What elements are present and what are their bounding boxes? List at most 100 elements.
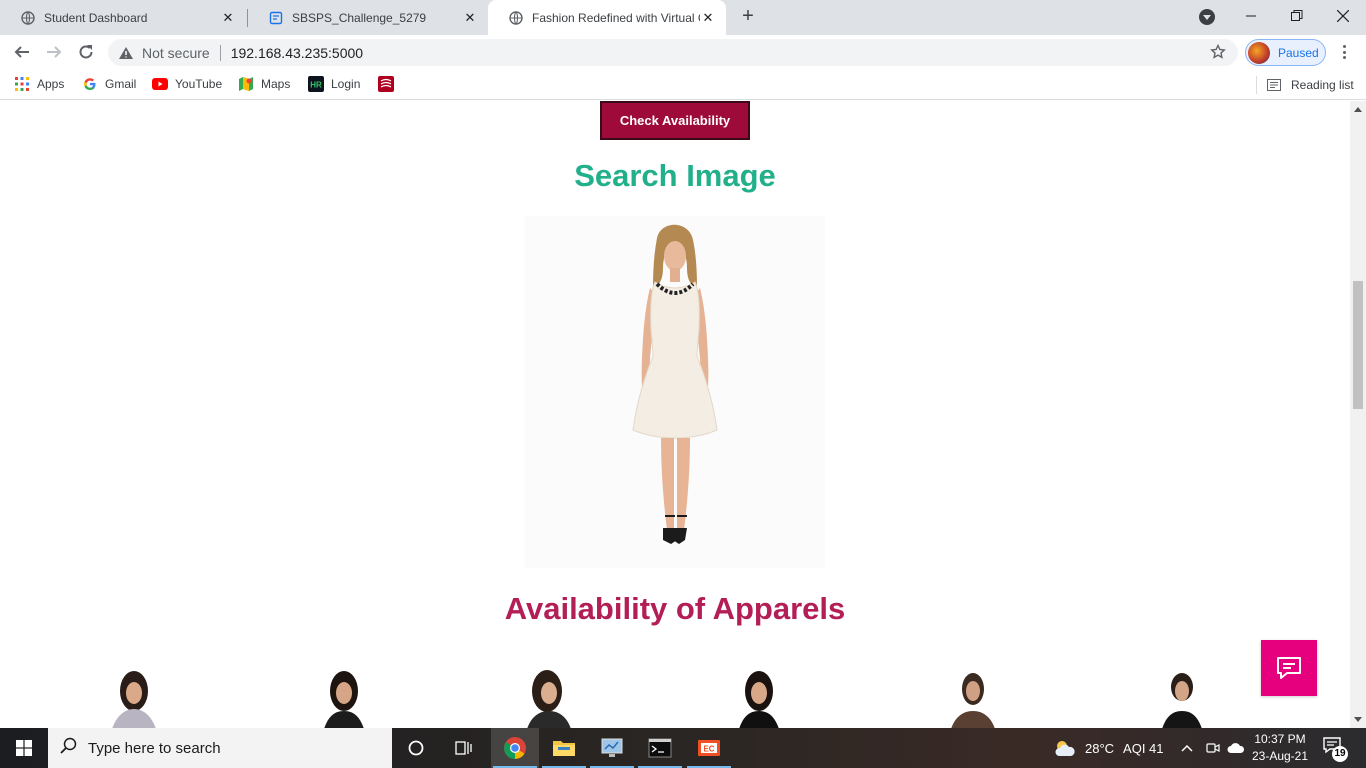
apparel-thumbnail[interactable]	[719, 669, 799, 728]
youtube-icon	[152, 76, 168, 92]
apparel-thumbnails	[0, 669, 1350, 728]
weather-aqi: AQI 41	[1123, 740, 1164, 756]
apparel-thumbnail[interactable]	[933, 669, 1013, 728]
red-book-icon	[378, 76, 394, 92]
back-button[interactable]	[10, 40, 34, 64]
doc-icon	[268, 10, 284, 26]
terminal-taskbar-button[interactable]	[636, 728, 684, 768]
google-icon	[82, 76, 98, 92]
taskbar-search-input[interactable]: Type here to search	[48, 728, 392, 768]
search-icon	[60, 737, 78, 759]
profile-button[interactable]: Paused	[1245, 39, 1326, 66]
weather-temp: 28°C	[1085, 740, 1115, 756]
show-hidden-icons-button[interactable]	[1181, 728, 1193, 768]
minimize-button[interactable]	[1228, 0, 1274, 32]
tab-student-dashboard[interactable]: Student Dashboard ✕	[0, 0, 246, 35]
warning-icon	[119, 46, 133, 59]
bookmark-label: YouTube	[175, 77, 223, 91]
apparel-thumbnail[interactable]	[1142, 669, 1222, 728]
bookmark-red-book[interactable]	[378, 76, 401, 92]
security-label[interactable]: Not secure	[142, 45, 210, 61]
bookmark-login[interactable]: HR Login	[308, 76, 360, 92]
cortana-button[interactable]	[392, 728, 440, 768]
cortana-icon	[408, 740, 424, 756]
chrome-icon	[504, 737, 526, 759]
page-viewport: Check Availability Search Image Availabi…	[0, 101, 1350, 728]
new-tab-button[interactable]: +	[738, 6, 758, 27]
windows-icon	[16, 740, 32, 756]
app-taskbar-button[interactable]: EC	[685, 728, 733, 768]
bookmark-star-icon[interactable]	[1210, 43, 1226, 65]
folder-icon	[553, 741, 575, 756]
chrome-taskbar-button[interactable]	[491, 728, 539, 768]
apparel-thumbnail[interactable]	[509, 669, 589, 728]
tab-strip: Student Dashboard ✕ SBSPS_Challenge_5279…	[0, 0, 1366, 35]
tab-fashion-redefined[interactable]: Fashion Redefined with Virtual Gl ✕	[488, 0, 726, 35]
taskbar-clock[interactable]: 10:37 PM 23-Aug-21	[1244, 731, 1316, 765]
clock-time: 10:37 PM	[1254, 732, 1306, 746]
bookmark-gmail[interactable]: Gmail	[82, 76, 136, 92]
notification-count: 19	[1332, 746, 1348, 762]
windows-taskbar: Type here to search EC 28°C AQI 41 10:37…	[0, 728, 1366, 768]
chat-icon	[1277, 657, 1301, 679]
control-panel-taskbar-button[interactable]	[588, 728, 636, 768]
page-scrollbar[interactable]	[1350, 101, 1366, 728]
close-icon[interactable]: ✕	[462, 10, 478, 26]
reload-icon	[79, 45, 93, 59]
avatar	[1248, 41, 1270, 64]
globe-icon	[20, 10, 36, 26]
reading-list[interactable]: Reading list	[1256, 76, 1354, 94]
search-placeholder: Type here to search	[88, 739, 221, 757]
arrow-left-icon	[14, 46, 29, 58]
browser-toolbar: Not secure 192.168.43.235:5000 Paused	[0, 35, 1366, 69]
tab-sbsps-challenge[interactable]: SBSPS_Challenge_5279 ✕	[248, 0, 488, 35]
meet-now-icon[interactable]	[1206, 728, 1220, 768]
bookmark-maps[interactable]: Maps	[238, 76, 290, 92]
apparel-thumbnail[interactable]	[304, 669, 384, 728]
task-view-button[interactable]	[440, 728, 488, 768]
restore-button[interactable]	[1274, 0, 1320, 32]
maps-icon	[238, 76, 254, 92]
arrow-right-icon	[47, 46, 62, 58]
file-explorer-taskbar-button[interactable]	[540, 728, 588, 768]
orange-app-icon: EC	[698, 740, 720, 756]
onedrive-cloud-icon[interactable]	[1227, 728, 1245, 768]
bookmarks-bar: Apps Gmail YouTube Maps HR Login Reading…	[0, 69, 1366, 100]
chat-button[interactable]	[1261, 640, 1317, 696]
menu-icon[interactable]	[1336, 44, 1352, 60]
bookmark-youtube[interactable]: YouTube	[152, 76, 222, 92]
reading-list-icon	[1267, 77, 1283, 93]
start-button[interactable]	[0, 728, 48, 768]
weather-widget[interactable]: 28°C AQI 41	[1053, 728, 1164, 768]
tab-title: SBSPS_Challenge_5279	[292, 10, 427, 25]
scroll-up-arrow-icon[interactable]	[1354, 107, 1362, 112]
hackerrank-icon: HR	[308, 76, 324, 92]
svg-text:EC: EC	[703, 745, 714, 754]
bookmark-label: Login	[331, 77, 361, 91]
address-bar[interactable]: Not secure 192.168.43.235:5000	[108, 39, 1238, 66]
profile-status: Paused	[1278, 45, 1319, 60]
monitor-icon	[601, 738, 623, 757]
reading-list-label: Reading list	[1291, 78, 1354, 92]
scroll-thumb[interactable]	[1353, 281, 1363, 409]
close-icon[interactable]: ✕	[700, 10, 716, 26]
tab-title: Fashion Redefined with Virtual Gl	[532, 10, 700, 25]
weather-cloud-icon	[1055, 741, 1075, 756]
url-text[interactable]: 192.168.43.235:5000	[231, 45, 363, 61]
close-icon[interactable]: ✕	[220, 10, 236, 26]
reload-button[interactable]	[74, 40, 98, 64]
scroll-down-arrow-icon[interactable]	[1354, 717, 1362, 722]
forward-button[interactable]	[42, 40, 66, 64]
bookmark-label: Gmail	[105, 77, 137, 91]
apparel-thumbnail[interactable]	[94, 669, 174, 728]
action-center-button[interactable]: 19	[1322, 736, 1348, 762]
close-window-button[interactable]	[1320, 0, 1366, 32]
tab-title: Student Dashboard	[44, 10, 148, 25]
check-availability-button[interactable]: Check Availability	[600, 101, 750, 140]
globe-icon	[508, 10, 524, 26]
task-view-icon	[455, 741, 472, 755]
chevron-up-icon	[1181, 744, 1193, 752]
tab-search-icon[interactable]	[1199, 9, 1215, 25]
bookmark-apps[interactable]: Apps	[14, 76, 64, 92]
bookmark-label: Maps	[261, 77, 291, 91]
